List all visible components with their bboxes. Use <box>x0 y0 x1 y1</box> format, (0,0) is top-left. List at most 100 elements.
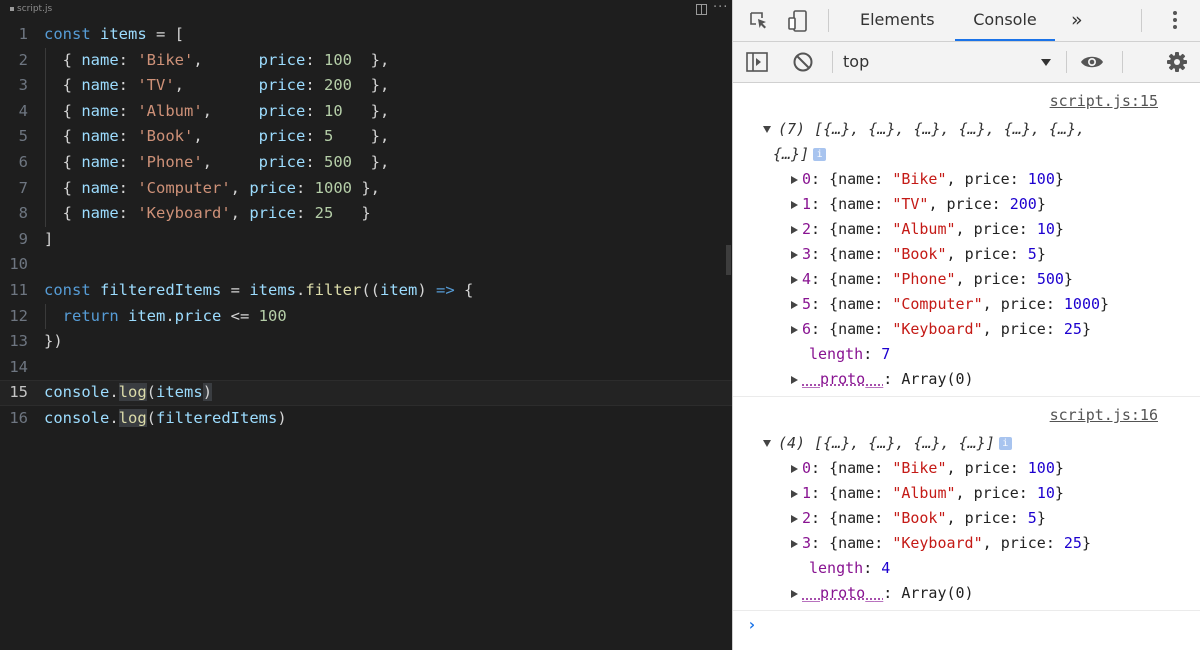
context-select-value: top <box>843 52 870 71</box>
clear-console-icon[interactable] <box>791 50 815 74</box>
expand-triangle-icon[interactable] <box>791 489 798 498</box>
array-entry[interactable]: 2: {name: "Book", price: 5} <box>791 506 1046 531</box>
code-line[interactable]: 9] <box>0 227 732 253</box>
editor-scrollbar[interactable] <box>726 245 731 275</box>
code-line[interactable]: 10 <box>0 252 732 278</box>
expand-triangle-icon[interactable] <box>763 126 771 133</box>
expand-triangle-icon[interactable] <box>791 225 798 234</box>
split-editor-icon[interactable] <box>696 4 707 15</box>
code-editor[interactable]: script.js ··· 1 const items = [2 { name: … <box>0 0 732 650</box>
code-line[interactable]: 2 { name: 'Bike', price: 100 }, <box>0 47 732 74</box>
code-token: : <box>305 76 324 95</box>
entry-punct: } <box>1054 220 1064 238</box>
inspect-element-icon[interactable] <box>747 9 771 33</box>
code-line[interactable]: 8 { name: 'Keyboard', price: 25 } <box>0 201 732 227</box>
code-line[interactable]: 12 return item.price <= 100 <box>0 303 732 330</box>
array-entry[interactable]: 3: {name: "Book", price: 5} <box>791 242 1046 267</box>
code-line[interactable]: 5 { name: 'Book', price: 5 }, <box>0 124 732 150</box>
array-summary[interactable]: (4) [{…}, {…}, {…}, {…}] i <box>763 431 1022 456</box>
code-token: , <box>202 152 259 171</box>
entry-price-value: 10 <box>1036 220 1055 238</box>
code-line[interactable]: 1 const items = [ <box>0 22 732 48</box>
array-entry[interactable]: 0: {name: "Bike", price: 100} <box>791 167 1064 192</box>
code-area[interactable]: 1 const items = [2 { name: 'Bike', price:… <box>0 22 732 432</box>
console-prompt-icon[interactable]: › <box>747 615 1200 634</box>
tab-elements[interactable]: Elements <box>860 0 935 41</box>
array-proto[interactable]: __proto__: Array(0) <box>791 581 974 606</box>
array-proto[interactable]: __proto__: Array(0) <box>791 367 974 392</box>
code-line[interactable]: 7 { name: 'Computer', price: 1000 }, <box>0 175 732 202</box>
settings-gear-icon[interactable] <box>1165 50 1189 74</box>
entry-punct: : <box>874 170 893 188</box>
code-token: ) <box>277 408 287 427</box>
live-expression-eye-icon[interactable] <box>1079 50 1105 74</box>
proto-key: __proto__ <box>802 370 884 388</box>
tab-console[interactable]: Console <box>955 0 1055 41</box>
device-toolbar-icon[interactable] <box>785 8 811 34</box>
expand-triangle-icon[interactable] <box>791 514 798 523</box>
array-entry[interactable]: 2: {name: "Album", price: 10} <box>791 217 1064 242</box>
code-line[interactable]: 15 console.log(items) <box>0 380 732 406</box>
code-line[interactable]: 3 { name: 'TV', price: 200 }, <box>0 73 732 99</box>
context-select[interactable]: top <box>843 51 1051 73</box>
code-line[interactable]: 4 { name: 'Album', price: 10 }, <box>0 98 732 125</box>
entry-key: price <box>973 270 1019 288</box>
entry-key: name <box>838 534 875 552</box>
code-text: ] <box>44 227 53 253</box>
length-key: length <box>809 559 864 577</box>
expand-triangle-icon[interactable] <box>791 275 798 284</box>
expand-triangle-icon[interactable] <box>791 250 798 259</box>
code-token: : <box>305 50 324 69</box>
array-summary[interactable]: (7) [{…}, {…}, {…}, {…}, {…}, {…}, {…}] i <box>763 117 1095 167</box>
source-link[interactable]: script.js:16 <box>1050 406 1158 424</box>
expand-triangle-icon[interactable] <box>791 589 798 598</box>
code-text: { name: 'TV', price: 200 }, <box>44 73 390 99</box>
code-line[interactable]: 13}) <box>0 329 732 355</box>
expand-triangle-icon[interactable] <box>791 464 798 473</box>
entry-key: price <box>946 195 992 213</box>
code-line[interactable]: 11 const filteredItems = items.filter((it… <box>0 278 732 304</box>
expand-triangle-icon[interactable] <box>791 300 798 309</box>
expand-triangle-icon[interactable] <box>791 375 798 384</box>
array-entry[interactable]: 4: {name: "Phone", price: 500} <box>791 267 1073 292</box>
expand-triangle-icon[interactable] <box>791 175 798 184</box>
entry-punct: : <box>1009 509 1028 527</box>
code-token: : <box>305 101 324 120</box>
entry-price-value: 25 <box>1063 534 1082 552</box>
code-token: { <box>44 152 82 171</box>
entry-punct: : { <box>811 459 839 477</box>
code-token: . <box>109 383 119 402</box>
entry-index: 5 <box>802 295 812 313</box>
code-token: return <box>62 306 128 325</box>
array-entry[interactable]: 1: {name: "TV", price: 200} <box>791 192 1046 217</box>
source-link[interactable]: script.js:15 <box>1050 92 1158 110</box>
entry-punct: , <box>946 459 965 477</box>
code-line[interactable]: 16 console.log(filteredItems) <box>0 406 732 432</box>
code-line[interactable]: 6 { name: 'Phone', price: 500 }, <box>0 149 732 176</box>
expand-triangle-icon[interactable] <box>791 539 798 548</box>
editor-tab-bar: script.js ··· <box>0 0 732 22</box>
more-tabs-icon[interactable]: » <box>1071 0 1083 41</box>
array-entry[interactable]: 5: {name: "Computer", price: 1000} <box>791 292 1109 317</box>
array-entry[interactable]: 6: {name: "Keyboard", price: 25} <box>791 317 1091 342</box>
code-line[interactable]: 14 <box>0 355 732 381</box>
editor-tab[interactable]: script.js <box>10 4 52 14</box>
toolbar-separator <box>832 51 833 73</box>
editor-tab-title: script.js <box>17 4 53 14</box>
more-actions-icon[interactable]: ··· <box>713 0 728 15</box>
expand-triangle-icon[interactable] <box>763 440 771 447</box>
array-entry[interactable]: 1: {name: "Album", price: 10} <box>791 481 1064 506</box>
expand-triangle-icon[interactable] <box>791 325 798 334</box>
entry-name-value: "Keyboard" <box>892 320 983 338</box>
menu-kebab-icon[interactable] <box>1167 8 1183 32</box>
expand-triangle-icon[interactable] <box>791 200 798 209</box>
array-length: length: 7 <box>809 342 890 367</box>
array-entry[interactable]: 0: {name: "Bike", price: 100} <box>791 456 1064 481</box>
entry-price-value: 1000 <box>1063 295 1101 313</box>
code-token: : <box>118 127 138 146</box>
entry-name-value: "Album" <box>892 220 956 238</box>
line-number: 8 <box>18 204 28 223</box>
array-entry[interactable]: 3: {name: "Keyboard", price: 25} <box>791 531 1091 556</box>
sidebar-toggle-icon[interactable] <box>745 51 769 73</box>
console-output[interactable]: script.js:15 (7) [{…}, {…}, {…}, {…}, {…}… <box>733 83 1200 634</box>
